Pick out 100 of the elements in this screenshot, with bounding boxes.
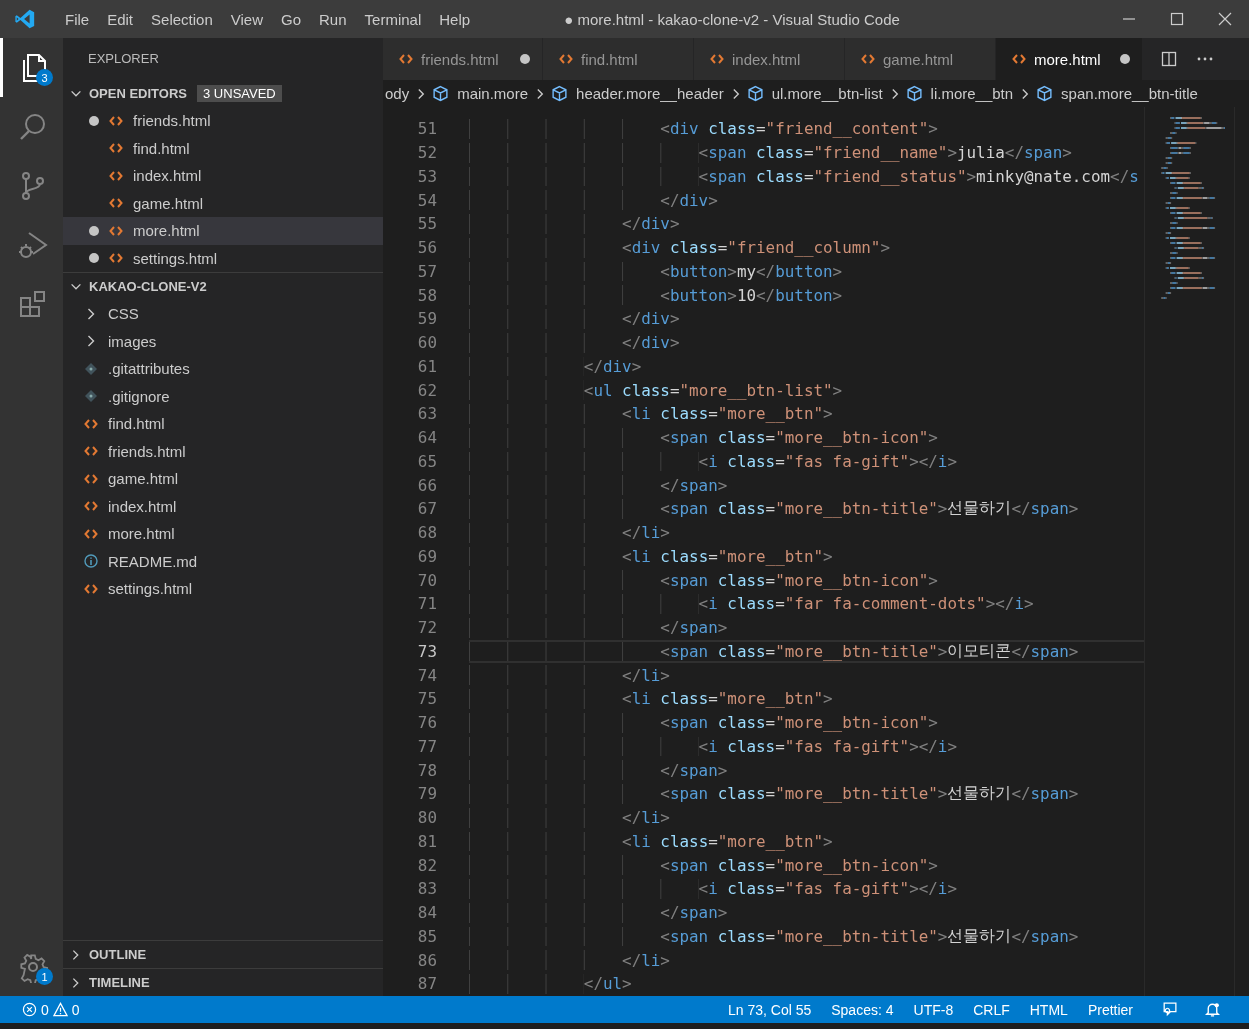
line-number: 87 xyxy=(416,973,438,996)
info-icon xyxy=(84,554,98,569)
breadcrumb-item[interactable]: header.more__header xyxy=(574,85,726,102)
menu-item[interactable]: Edit xyxy=(98,10,143,28)
code-line: </span> xyxy=(469,758,1145,782)
line-number: 56 xyxy=(416,237,438,260)
open-editor-item[interactable]: find.html xyxy=(63,134,383,162)
file-tree-item[interactable]: settings.html xyxy=(63,575,383,603)
open-editor-item[interactable]: friends.html xyxy=(63,107,383,135)
window-title: ● more.html - kakao-clone-v2 - Visual Studio Code xyxy=(563,10,901,28)
cube-icon xyxy=(551,85,569,102)
code-line: </div> xyxy=(469,212,1145,236)
breadcrumb-item[interactable]: span.more__btn-title xyxy=(1059,85,1200,102)
open-editor-item[interactable]: index.html xyxy=(63,162,383,190)
notification-badge: 1 xyxy=(36,968,53,985)
file-tree-item[interactable]: images xyxy=(63,327,383,355)
chevron-icon xyxy=(1021,86,1031,101)
menu-item[interactable]: Go xyxy=(272,10,310,28)
file-tree-item[interactable]: index.html xyxy=(63,492,383,520)
section-header[interactable]: KAKAO-CLONE-V2 xyxy=(63,272,383,300)
code-line: <span class="more__btn-title">선물하기</span> xyxy=(469,497,1145,521)
breadcrumb-item[interactable]: main.more xyxy=(455,85,531,102)
status-item[interactable]: Spaces: 4 xyxy=(831,1001,894,1018)
code-line: </li> xyxy=(469,663,1145,687)
line-number: 67 xyxy=(416,498,438,521)
line-number: 83 xyxy=(416,878,438,901)
file-tree-item[interactable]: .gitattributes xyxy=(63,355,383,383)
code-line: </li> xyxy=(469,805,1145,830)
line-number: 82 xyxy=(416,854,438,877)
code-line: <li class="more__btn"> xyxy=(469,687,1145,711)
bell-icon[interactable] xyxy=(1204,1001,1221,1018)
section-header[interactable]: OUTLINE xyxy=(63,940,383,968)
status-item[interactable]: HTML xyxy=(1029,1001,1068,1018)
breadcrumb-item[interactable]: li.more__btn xyxy=(928,85,1016,102)
menu-item[interactable]: Help xyxy=(430,10,480,28)
file-tree-item[interactable]: .gitignore xyxy=(63,382,383,410)
code-line: <i class="fas fa-gift"></i> xyxy=(469,734,1145,759)
editor-tab[interactable]: game.html xyxy=(845,38,996,80)
code-line: <span class="friend__status">minky@nate.com</s xyxy=(469,164,1145,189)
chevron-icon xyxy=(536,86,546,101)
file-tree-item[interactable]: more.html xyxy=(63,520,383,548)
code-line: <span class="more__btn-icon"> xyxy=(469,425,1145,450)
section-title: OPEN EDITORS xyxy=(89,86,187,101)
app-logo-icon xyxy=(14,8,36,30)
menu-item[interactable]: Terminal xyxy=(355,10,431,28)
status-item[interactable]: CRLF xyxy=(973,1001,1010,1018)
menu-item[interactable]: Selection xyxy=(142,10,222,28)
editor-tab[interactable]: index.html xyxy=(694,38,845,80)
open-editor-item[interactable]: game.html xyxy=(63,189,383,217)
line-number: 53 xyxy=(416,165,438,188)
html-file-icon xyxy=(861,52,875,66)
file-tree-item[interactable]: CSS xyxy=(63,300,383,328)
line-number: 73 xyxy=(416,640,438,663)
status-item[interactable]: Prettier xyxy=(1087,1001,1133,1018)
status-item[interactable]: Ln 73, Col 55 xyxy=(727,1001,812,1018)
breadcrumb-item[interactable]: ul.more__btn-list xyxy=(769,85,885,102)
menu-item[interactable]: Run xyxy=(310,10,356,28)
file-tree-item[interactable]: find.html xyxy=(63,410,383,438)
code-line: <div class="friend__column"> xyxy=(469,235,1145,260)
html-file-icon xyxy=(559,52,573,66)
more-actions-icon[interactable] xyxy=(1197,57,1213,61)
breadcrumb-item[interactable]: ody xyxy=(383,85,412,102)
code-line: </div> xyxy=(469,188,1145,212)
status-item[interactable]: UTF-8 xyxy=(913,1001,954,1018)
menu-item[interactable]: View xyxy=(221,10,272,28)
code-line: <i class="fas fa-gift"></i> xyxy=(469,877,1145,901)
code-line: <span class="more__btn-icon"> xyxy=(469,710,1145,735)
file-tree-item[interactable]: README.md xyxy=(63,547,383,575)
line-number: 70 xyxy=(416,569,438,592)
line-number: 59 xyxy=(416,308,438,331)
editor-tab[interactable]: more.html xyxy=(996,38,1143,80)
chevron-icon xyxy=(417,86,427,101)
open-editor-item[interactable]: more.html xyxy=(63,217,383,245)
close-icon[interactable] xyxy=(1218,12,1232,26)
open-editor-item[interactable]: settings.html xyxy=(63,244,383,272)
editor-tab[interactable]: find.html xyxy=(543,38,694,80)
code-line: <button>my</button> xyxy=(469,259,1145,284)
split-editor-icon[interactable] xyxy=(1161,51,1177,67)
line-number: 61 xyxy=(416,355,438,378)
menu-item[interactable]: File xyxy=(56,10,99,28)
line-number: 85 xyxy=(416,925,438,948)
problems-status[interactable]: 0 0 xyxy=(22,1001,80,1018)
file-tree-item[interactable]: game.html xyxy=(63,465,383,493)
section-header[interactable]: OPEN EDITORS 3 UNSAVED xyxy=(63,80,383,107)
feedback-icon[interactable] xyxy=(1161,1001,1178,1018)
line-number: 69 xyxy=(416,545,438,568)
code-line: <span class="friend__name">julia</span> xyxy=(469,140,1145,165)
line-number: 86 xyxy=(416,949,438,972)
code-line: <li class="more__btn"> xyxy=(469,829,1145,854)
file-tree-item[interactable]: friends.html xyxy=(63,437,383,465)
code-line: </div> xyxy=(469,307,1145,331)
line-number: 62 xyxy=(416,379,438,402)
warning-icon xyxy=(52,1002,68,1017)
error-count: 0 xyxy=(41,1001,49,1018)
line-number: 80 xyxy=(416,807,438,830)
code-line: </span> xyxy=(469,473,1145,497)
editor-tab[interactable]: friends.html xyxy=(383,38,543,80)
maximize-icon[interactable] xyxy=(1170,12,1184,26)
chevron-icon xyxy=(731,86,741,101)
line-number: 54 xyxy=(416,189,438,212)
